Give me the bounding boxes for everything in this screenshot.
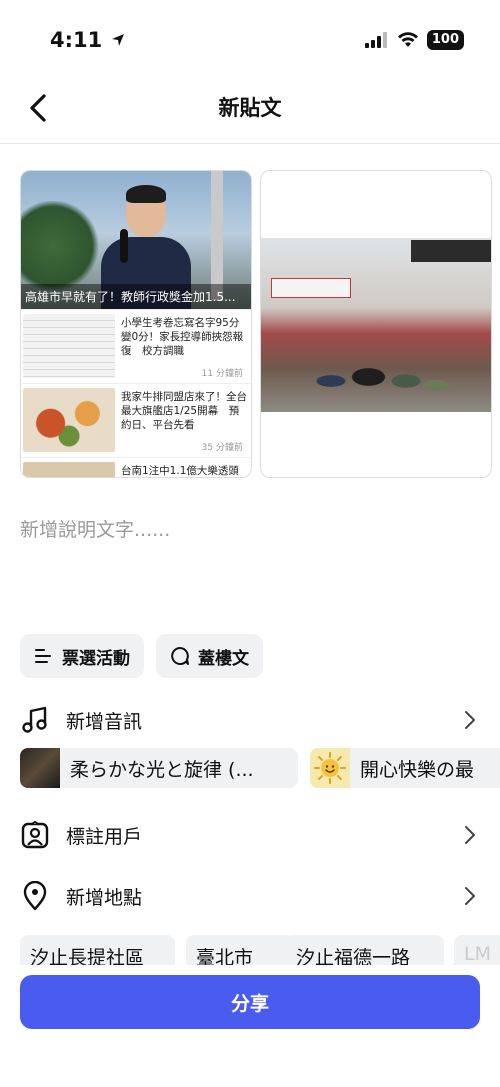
market-photo-card[interactable]	[260, 170, 492, 478]
thread-button[interactable]: 蓋樓文	[156, 634, 263, 678]
tag-users-label: 標註用戶	[66, 825, 143, 848]
chat-bubble-icon	[171, 647, 189, 665]
location-arrow-icon	[111, 34, 124, 46]
news-hero-image: 高雄市早就有了！教師行政獎金加1.5...	[21, 171, 251, 309]
wifi-icon	[397, 32, 418, 47]
music-suggestion-title: 柔らかな光と旋律 (...	[70, 758, 254, 781]
market-photo	[261, 238, 491, 412]
news-list-item: 我家牛排同盟店來了！全台最大旗艦店1/25開幕 預約日、平台先看 35 分鐘前	[21, 383, 251, 457]
status-bar: 4:11 100	[0, 0, 500, 80]
tag-users-row[interactable]: 標註用戶	[20, 815, 480, 855]
page-title: 新貼文	[218, 96, 282, 120]
chevron-right-icon	[460, 886, 480, 906]
music-suggestions: 柔らかな光と旋律 (... 開心快樂の最	[20, 748, 500, 790]
piano-thumbnail	[20, 748, 60, 788]
media-carousel[interactable]: 高雄市早就有了！教師行政獎金加1.5... 小學生考卷忘寫名字95分變0分！家長…	[20, 170, 500, 480]
poll-button[interactable]: 票選活動	[20, 634, 144, 678]
nav-bar: 新貼文	[0, 80, 500, 144]
thread-label: 蓋樓文	[198, 648, 249, 669]
music-suggestion-chip[interactable]: 開心快樂の最	[310, 748, 500, 788]
location-suggestions: 汐止長提社區 臺北市 汐止福德一路 LM	[20, 935, 500, 965]
news-item-title: 台南1注中1.1億大樂透頭	[121, 465, 239, 477]
news-thumbnail	[23, 388, 115, 452]
share-button[interactable]: 分享	[20, 975, 480, 1029]
news-item-time: 35 分鐘前	[201, 443, 243, 453]
music-suggestion-title: 開心快樂の最	[360, 758, 475, 781]
tag-person-icon	[20, 820, 50, 850]
sun-emoji-icon	[310, 748, 350, 788]
news-list-item: 台南1注中1.1億大樂透頭	[21, 457, 251, 477]
location-suggestion-chip[interactable]: LM	[454, 935, 500, 965]
post-type-chips: 票選活動 蓋樓文	[20, 634, 263, 678]
news-thumbnail	[23, 314, 115, 378]
location-suggestion-chip[interactable]: 臺北市	[186, 935, 294, 965]
status-icons: 100	[364, 30, 464, 50]
news-screenshot-card[interactable]: 高雄市早就有了！教師行政獎金加1.5... 小學生考卷忘寫名字95分變0分！家長…	[20, 170, 252, 478]
location-suggestion-chip[interactable]: 汐止福德一路	[286, 935, 444, 965]
music-note-icon	[20, 705, 50, 735]
clock-text: 4:11	[50, 28, 103, 52]
poll-label: 票選活動	[62, 648, 130, 669]
news-item-title: 小學生考卷忘寫名字95分變0分！家長控導師挾怨報復 校方調職	[121, 317, 244, 357]
music-suggestion-chip[interactable]: 柔らかな光と旋律 (...	[20, 748, 298, 788]
chevron-right-icon	[460, 710, 480, 730]
add-location-row[interactable]: 新增地點	[20, 876, 480, 916]
chevron-right-icon	[460, 825, 480, 845]
add-music-row[interactable]: 新增音訊	[20, 700, 480, 740]
signal-icon	[364, 32, 387, 48]
battery-indicator: 100	[426, 30, 464, 50]
news-thumbnail	[23, 462, 115, 477]
location-suggestion-chip[interactable]: 汐止長提社區	[20, 935, 175, 965]
poll-icon	[35, 649, 51, 663]
location-pin-icon	[20, 881, 50, 911]
news-item-time: 11 分鐘前	[201, 369, 243, 379]
add-location-label: 新增地點	[66, 886, 143, 909]
add-music-label: 新增音訊	[66, 710, 143, 733]
news-hero-caption: 高雄市早就有了！教師行政獎金加1.5...	[21, 284, 251, 309]
news-item-title: 我家牛排同盟店來了！全台最大旗艦店1/25開幕 預約日、平台先看	[121, 391, 247, 431]
status-time: 4:11	[50, 28, 126, 52]
news-list-item: 小學生考卷忘寫名字95分變0分！家長控導師挾怨報復 校方調職 11 分鐘前	[21, 309, 251, 383]
caption-input[interactable]: 新增說明文字......	[20, 515, 480, 545]
